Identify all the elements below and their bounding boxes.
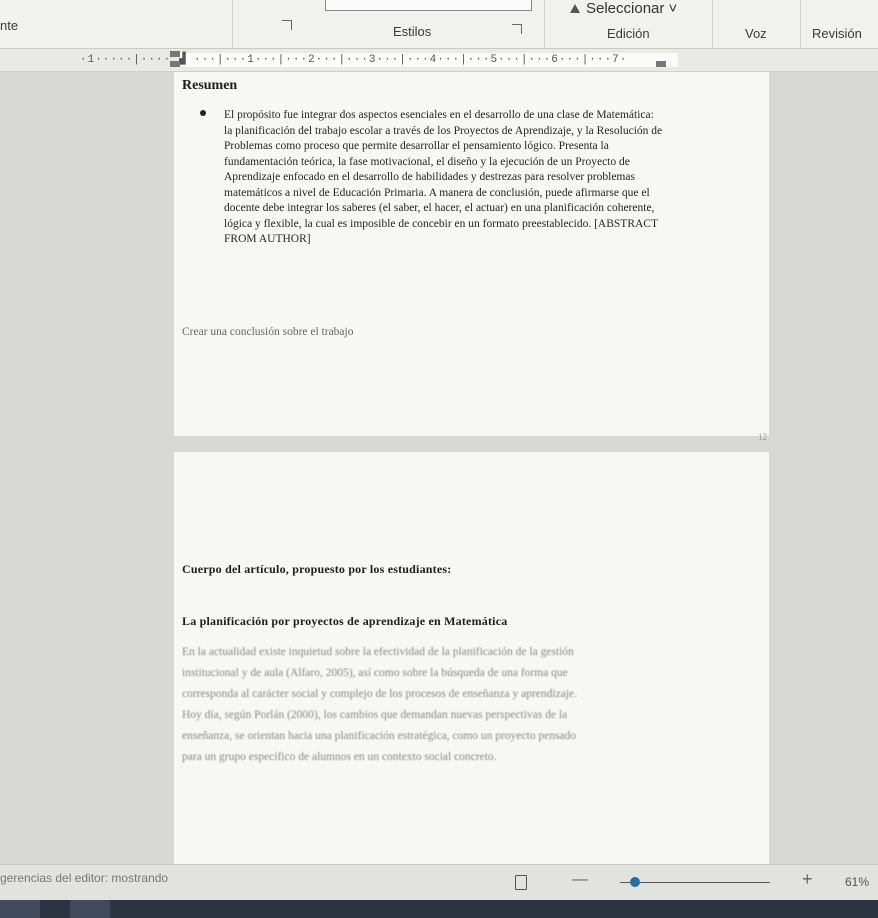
taskbar-app-icon[interactable] bbox=[70, 900, 110, 918]
document-page-1[interactable]: Resumen El propósito fue integrar dos as… bbox=[174, 72, 769, 442]
document-page-2[interactable]: Cuerpo del artículo, propuesto por los e… bbox=[174, 452, 769, 864]
abstract-heading: Resumen bbox=[182, 78, 238, 93]
bullet-icon bbox=[200, 110, 206, 116]
ribbon-group-styles bbox=[232, 0, 545, 48]
ribbon: nte Estilos Seleccionar ˅ Edición Voz Re… bbox=[0, 0, 878, 49]
ribbon-group-review-label: Revisión bbox=[812, 26, 862, 41]
body-heading: Cuerpo del artículo, propuesto por los e… bbox=[182, 562, 452, 576]
focus-view-icon[interactable] bbox=[515, 875, 527, 890]
zoom-slider-track[interactable] bbox=[620, 882, 770, 883]
ruler-ticks: ·1·····|···· ▟ ···|···1···|···2···|···3·… bbox=[80, 54, 628, 66]
conclusion-placeholder[interactable]: Crear una conclusión sobre el trabajo bbox=[182, 326, 353, 338]
left-indent-marker[interactable] bbox=[170, 61, 180, 67]
horizontal-ruler[interactable]: ·1·····|···· ▟ ···|···1···|···2···|···3·… bbox=[0, 49, 878, 72]
taskbar bbox=[0, 900, 878, 918]
zoom-in-button[interactable]: + bbox=[802, 869, 813, 890]
zoom-slider-thumb[interactable] bbox=[630, 877, 640, 887]
ribbon-group-voice bbox=[712, 0, 801, 48]
ribbon-group-left bbox=[0, 0, 233, 48]
section-heading: La planificación por proyectos de aprend… bbox=[182, 614, 508, 628]
taskbar-start-icon[interactable] bbox=[0, 900, 40, 918]
zoom-level[interactable]: 61% bbox=[845, 875, 869, 889]
page-margin-mark: 12 bbox=[758, 432, 767, 442]
ribbon-group-edit bbox=[544, 0, 713, 48]
right-indent-marker[interactable] bbox=[656, 61, 666, 67]
first-line-indent-marker[interactable] bbox=[170, 51, 180, 57]
abstract-paragraph: El propósito fue integrar dos aspectos e… bbox=[224, 109, 663, 245]
status-bar: gerencias del editor: mostrando — + 61% bbox=[0, 864, 878, 901]
zoom-out-button[interactable]: — bbox=[572, 871, 588, 889]
section-paragraph: En la actualidad existe inquietud sobre … bbox=[182, 646, 577, 763]
editor-preferences-status[interactable]: gerencias del editor: mostrando bbox=[0, 871, 168, 885]
